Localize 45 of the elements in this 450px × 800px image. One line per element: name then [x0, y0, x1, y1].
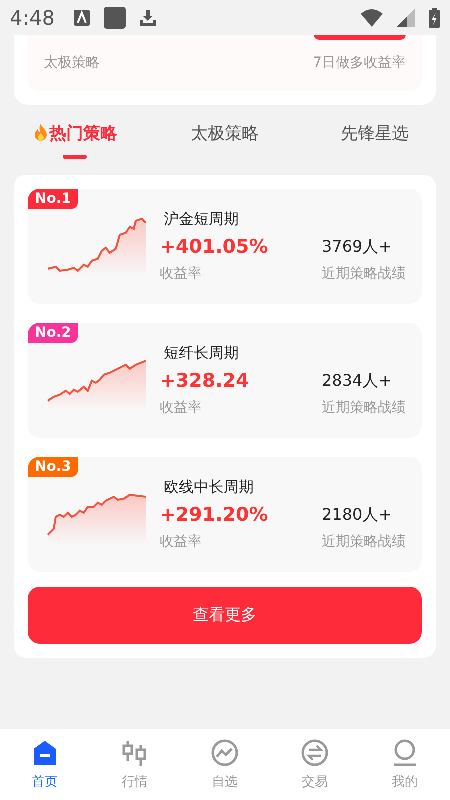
nav-tab[interactable]: 交易: [270, 729, 360, 800]
return-label: 收益率: [160, 533, 203, 551]
strategy-card[interactable]: No.1 沪金短周期 +401.05% 3769人+ 收益率 近期策略战绩: [28, 189, 422, 304]
signal-icon: [397, 8, 415, 26]
app-notification-icon: [104, 6, 126, 28]
download-icon: [140, 10, 156, 26]
strategy-tab[interactable]: 先锋星选: [300, 105, 450, 175]
rank-tag: No.3: [28, 457, 78, 477]
participant-count: 2180人+: [322, 504, 394, 526]
view-more-button[interactable]: 查看更多: [28, 587, 422, 644]
app-notification-icon: [74, 10, 90, 26]
strategy-name: 短纤长周期: [163, 344, 240, 363]
nav-tab[interactable]: 首页: [0, 729, 90, 800]
rank-tag: No.2: [28, 323, 78, 343]
rank-tag: No.1: [28, 189, 78, 209]
exchange-icon: [301, 738, 329, 766]
user-icon: [391, 738, 419, 766]
candlestick-icon: [121, 738, 149, 766]
return-value: +401.05%: [160, 236, 270, 258]
strategy-tab[interactable]: 太极策略: [150, 105, 300, 175]
record-label: 近期策略战绩: [322, 533, 406, 551]
strategy-label: 太极策略: [44, 54, 100, 72]
record-label: 近期策略战绩: [322, 265, 406, 283]
strategy-name: 欧线中长周期: [163, 478, 255, 497]
participant-count: 3769人+: [322, 236, 394, 258]
return-label: 收益率: [160, 265, 203, 283]
return-label: 收益率: [160, 399, 203, 417]
strategy-name: 沪金短周期: [163, 210, 240, 229]
nav-tab[interactable]: 我的: [360, 729, 450, 800]
return-value: +328.24: [160, 370, 250, 392]
nav-tab[interactable]: 自选: [180, 729, 270, 800]
home-icon: [31, 738, 59, 766]
participant-count: 2834人+: [322, 370, 394, 392]
battery-icon: [429, 8, 440, 28]
trend-circle-icon: [211, 738, 239, 766]
nav-tab[interactable]: 行情: [90, 729, 180, 800]
strategy-tab[interactable]: 热门策略: [0, 105, 150, 175]
strategy-card[interactable]: No.2 短纤长周期 +328.24 2834人+ 收益率 近期策略战绩: [28, 323, 422, 438]
return-label: 7日做多收益率: [313, 54, 406, 72]
fire-icon: [32, 124, 48, 142]
wifi-icon: [361, 8, 383, 26]
strategy-card[interactable]: No.3 欧线中长周期 +291.20% 2180人+ 收益率 近期策略战绩: [28, 457, 422, 572]
status-time: 4:48: [10, 6, 56, 30]
record-label: 近期策略战绩: [322, 399, 406, 417]
return-value: +291.20%: [160, 504, 270, 526]
